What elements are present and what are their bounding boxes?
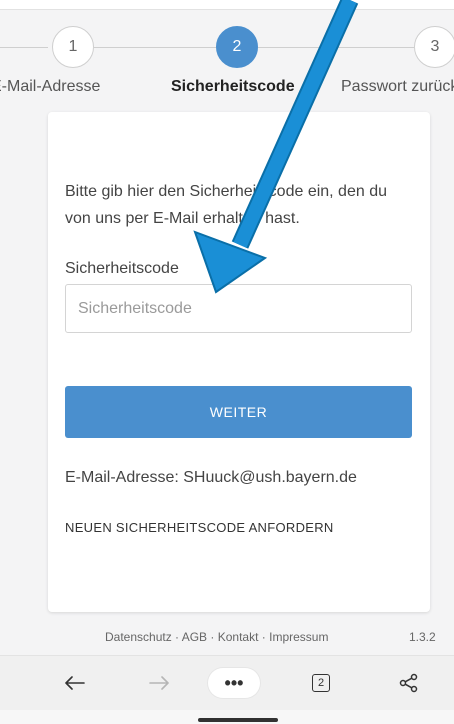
tabs-button[interactable]: 2 [306, 668, 336, 698]
version-label: 1.3.2 [409, 630, 436, 644]
security-code-card: Bitte gib hier den Sicherheitscode ein, … [48, 112, 430, 612]
progress-stepper: 1 2 3 E-Mail-Adresse Sicherheitscode Pas… [0, 10, 454, 110]
footer-separator: · [258, 630, 270, 644]
stepper-line [0, 47, 48, 48]
stepper-line [94, 47, 216, 48]
footer-separator: · [207, 630, 218, 644]
step-3-circle: 3 [414, 26, 454, 68]
step-1-label: E-Mail-Adresse [0, 78, 101, 95]
step-2-label: Sicherheitscode [171, 78, 295, 95]
footer-link-privacy[interactable]: Datenschutz [105, 630, 172, 644]
top-divider [0, 0, 454, 10]
forward-button[interactable] [144, 668, 174, 698]
browser-toolbar: ••• 2 [0, 655, 454, 710]
footer-link-imprint[interactable]: Impressum [269, 630, 328, 644]
arrow-left-icon [65, 676, 85, 690]
tab-count: 2 [312, 674, 330, 692]
security-code-input[interactable] [65, 284, 412, 333]
share-icon [399, 673, 418, 693]
back-button[interactable] [60, 668, 90, 698]
browser-menu-button[interactable]: ••• [208, 668, 260, 698]
continue-button[interactable]: WEITER [65, 386, 412, 438]
home-indicator[interactable] [198, 718, 278, 722]
footer-link-terms[interactable]: AGB [182, 630, 207, 644]
footer-links: Datenschutz · AGB · Kontakt · Impressum [105, 630, 328, 644]
footer-separator: · [171, 630, 182, 644]
arrow-right-icon [149, 676, 169, 690]
intro-text: Bitte gib hier den Sicherheitscode ein, … [65, 183, 387, 227]
stepper-line [258, 47, 414, 48]
step-3-label: Passwort zurücksetzen [341, 78, 454, 95]
step-1-circle: 1 [52, 26, 94, 68]
step-2-circle: 2 [216, 26, 258, 68]
email-address-text: E-Mail-Adresse: SHuuck@ush.bayern.de [65, 469, 357, 486]
security-code-label: Sicherheitscode [65, 260, 179, 277]
request-new-code-link[interactable]: NEUEN SICHERHEITSCODE ANFORDERN [65, 520, 334, 535]
share-button[interactable] [394, 668, 424, 698]
footer-link-contact[interactable]: Kontakt [218, 630, 259, 644]
